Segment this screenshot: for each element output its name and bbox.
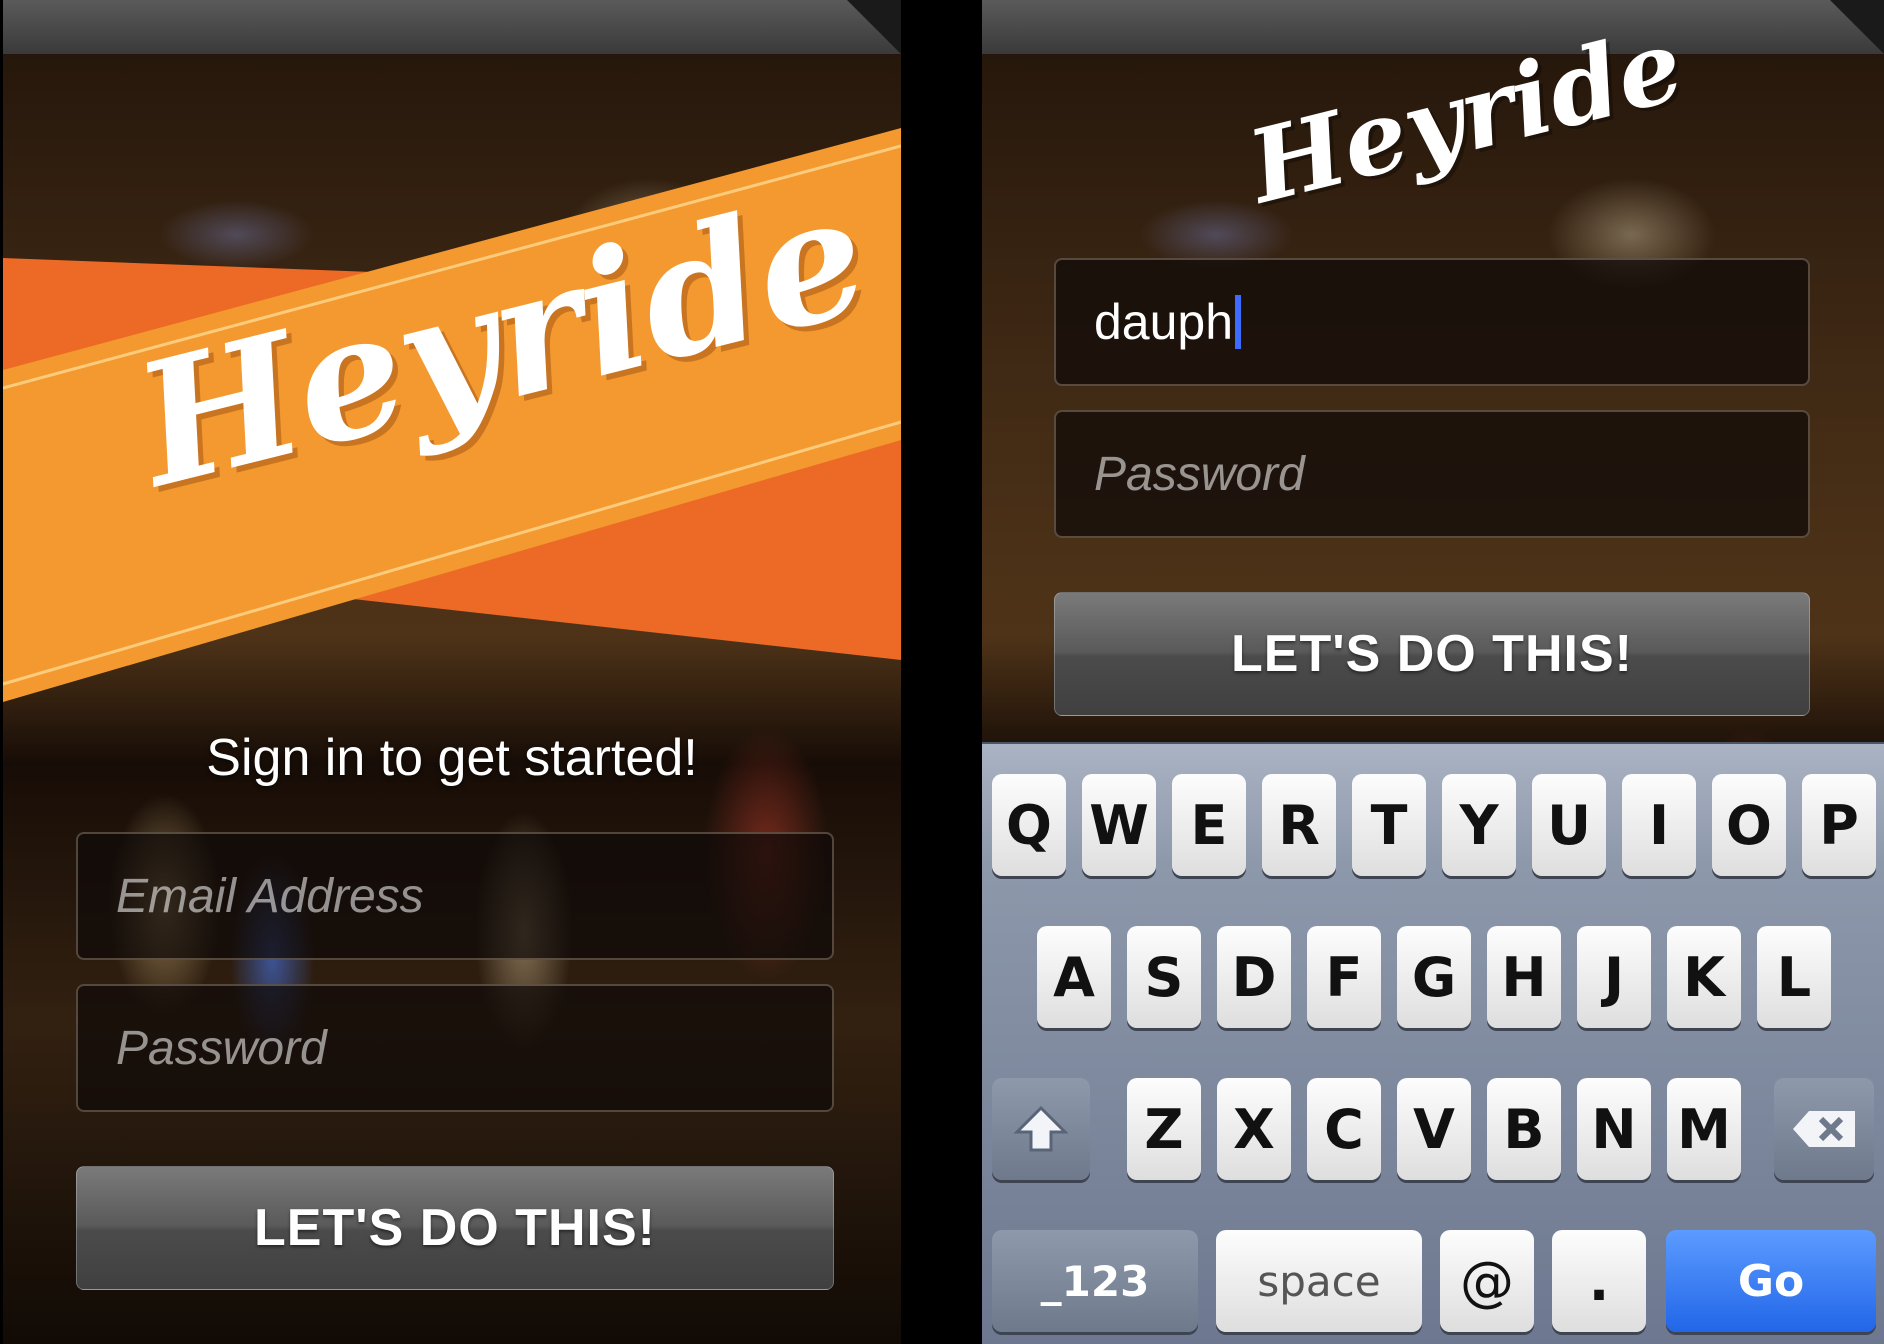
- right-phone-screen: Heyride dauph LET'S DO THIS! Q W E R T Y…: [982, 0, 1884, 1344]
- key-h[interactable]: H: [1487, 926, 1561, 1028]
- key-w[interactable]: W: [1082, 774, 1156, 876]
- key-k[interactable]: K: [1667, 926, 1741, 1028]
- key-p[interactable]: P: [1802, 774, 1876, 876]
- lets-do-this-button[interactable]: LET'S DO THIS!: [1054, 592, 1810, 716]
- key-q[interactable]: Q: [992, 774, 1066, 876]
- key-b[interactable]: B: [1487, 1078, 1561, 1180]
- lets-do-this-button[interactable]: LET'S DO THIS!: [76, 1166, 834, 1290]
- email-input[interactable]: [78, 834, 832, 958]
- password-field[interactable]: [76, 984, 834, 1112]
- shift-key[interactable]: [992, 1078, 1090, 1180]
- key-i[interactable]: I: [1622, 774, 1696, 876]
- password-field[interactable]: [1054, 410, 1810, 538]
- key-n[interactable]: N: [1577, 1078, 1651, 1180]
- key-l[interactable]: L: [1757, 926, 1831, 1028]
- password-input[interactable]: [78, 986, 832, 1110]
- dot-key[interactable]: .: [1552, 1230, 1646, 1332]
- key-z[interactable]: Z: [1127, 1078, 1201, 1180]
- key-o[interactable]: O: [1712, 774, 1786, 876]
- key-u[interactable]: U: [1532, 774, 1606, 876]
- key-m[interactable]: M: [1667, 1078, 1741, 1180]
- backspace-key[interactable]: [1774, 1078, 1874, 1180]
- key-t[interactable]: T: [1352, 774, 1426, 876]
- key-x[interactable]: X: [1217, 1078, 1291, 1180]
- key-a[interactable]: A: [1037, 926, 1111, 1028]
- go-key[interactable]: Go: [1666, 1230, 1876, 1332]
- at-key[interactable]: @: [1440, 1230, 1534, 1332]
- key-r[interactable]: R: [1262, 774, 1336, 876]
- email-field[interactable]: [76, 832, 834, 960]
- sign-in-tagline: Sign in to get started!: [206, 729, 698, 787]
- space-key[interactable]: space: [1216, 1230, 1422, 1332]
- key-v[interactable]: V: [1397, 1078, 1471, 1180]
- key-e[interactable]: E: [1172, 774, 1246, 876]
- key-d[interactable]: D: [1217, 926, 1291, 1028]
- email-value: dauph: [1094, 294, 1234, 350]
- key-y[interactable]: Y: [1442, 774, 1516, 876]
- password-input[interactable]: [1056, 412, 1808, 536]
- key-s[interactable]: S: [1127, 926, 1201, 1028]
- numbers-key[interactable]: _123: [992, 1230, 1198, 1332]
- backspace-icon: [1793, 1111, 1855, 1147]
- key-f[interactable]: F: [1307, 926, 1381, 1028]
- text-caret: [1235, 295, 1242, 349]
- left-phone-screen: Heyride Sign in to get started! LET'S DO…: [3, 0, 901, 1344]
- email-field[interactable]: dauph: [1054, 258, 1810, 386]
- key-j[interactable]: J: [1577, 926, 1651, 1028]
- shift-icon: [1013, 1105, 1069, 1152]
- status-bar: [982, 0, 1884, 54]
- key-g[interactable]: G: [1397, 926, 1471, 1028]
- on-screen-keyboard: Q W E R T Y U I O P A S D F G H J K L Z …: [982, 742, 1884, 1344]
- key-c[interactable]: C: [1307, 1078, 1381, 1180]
